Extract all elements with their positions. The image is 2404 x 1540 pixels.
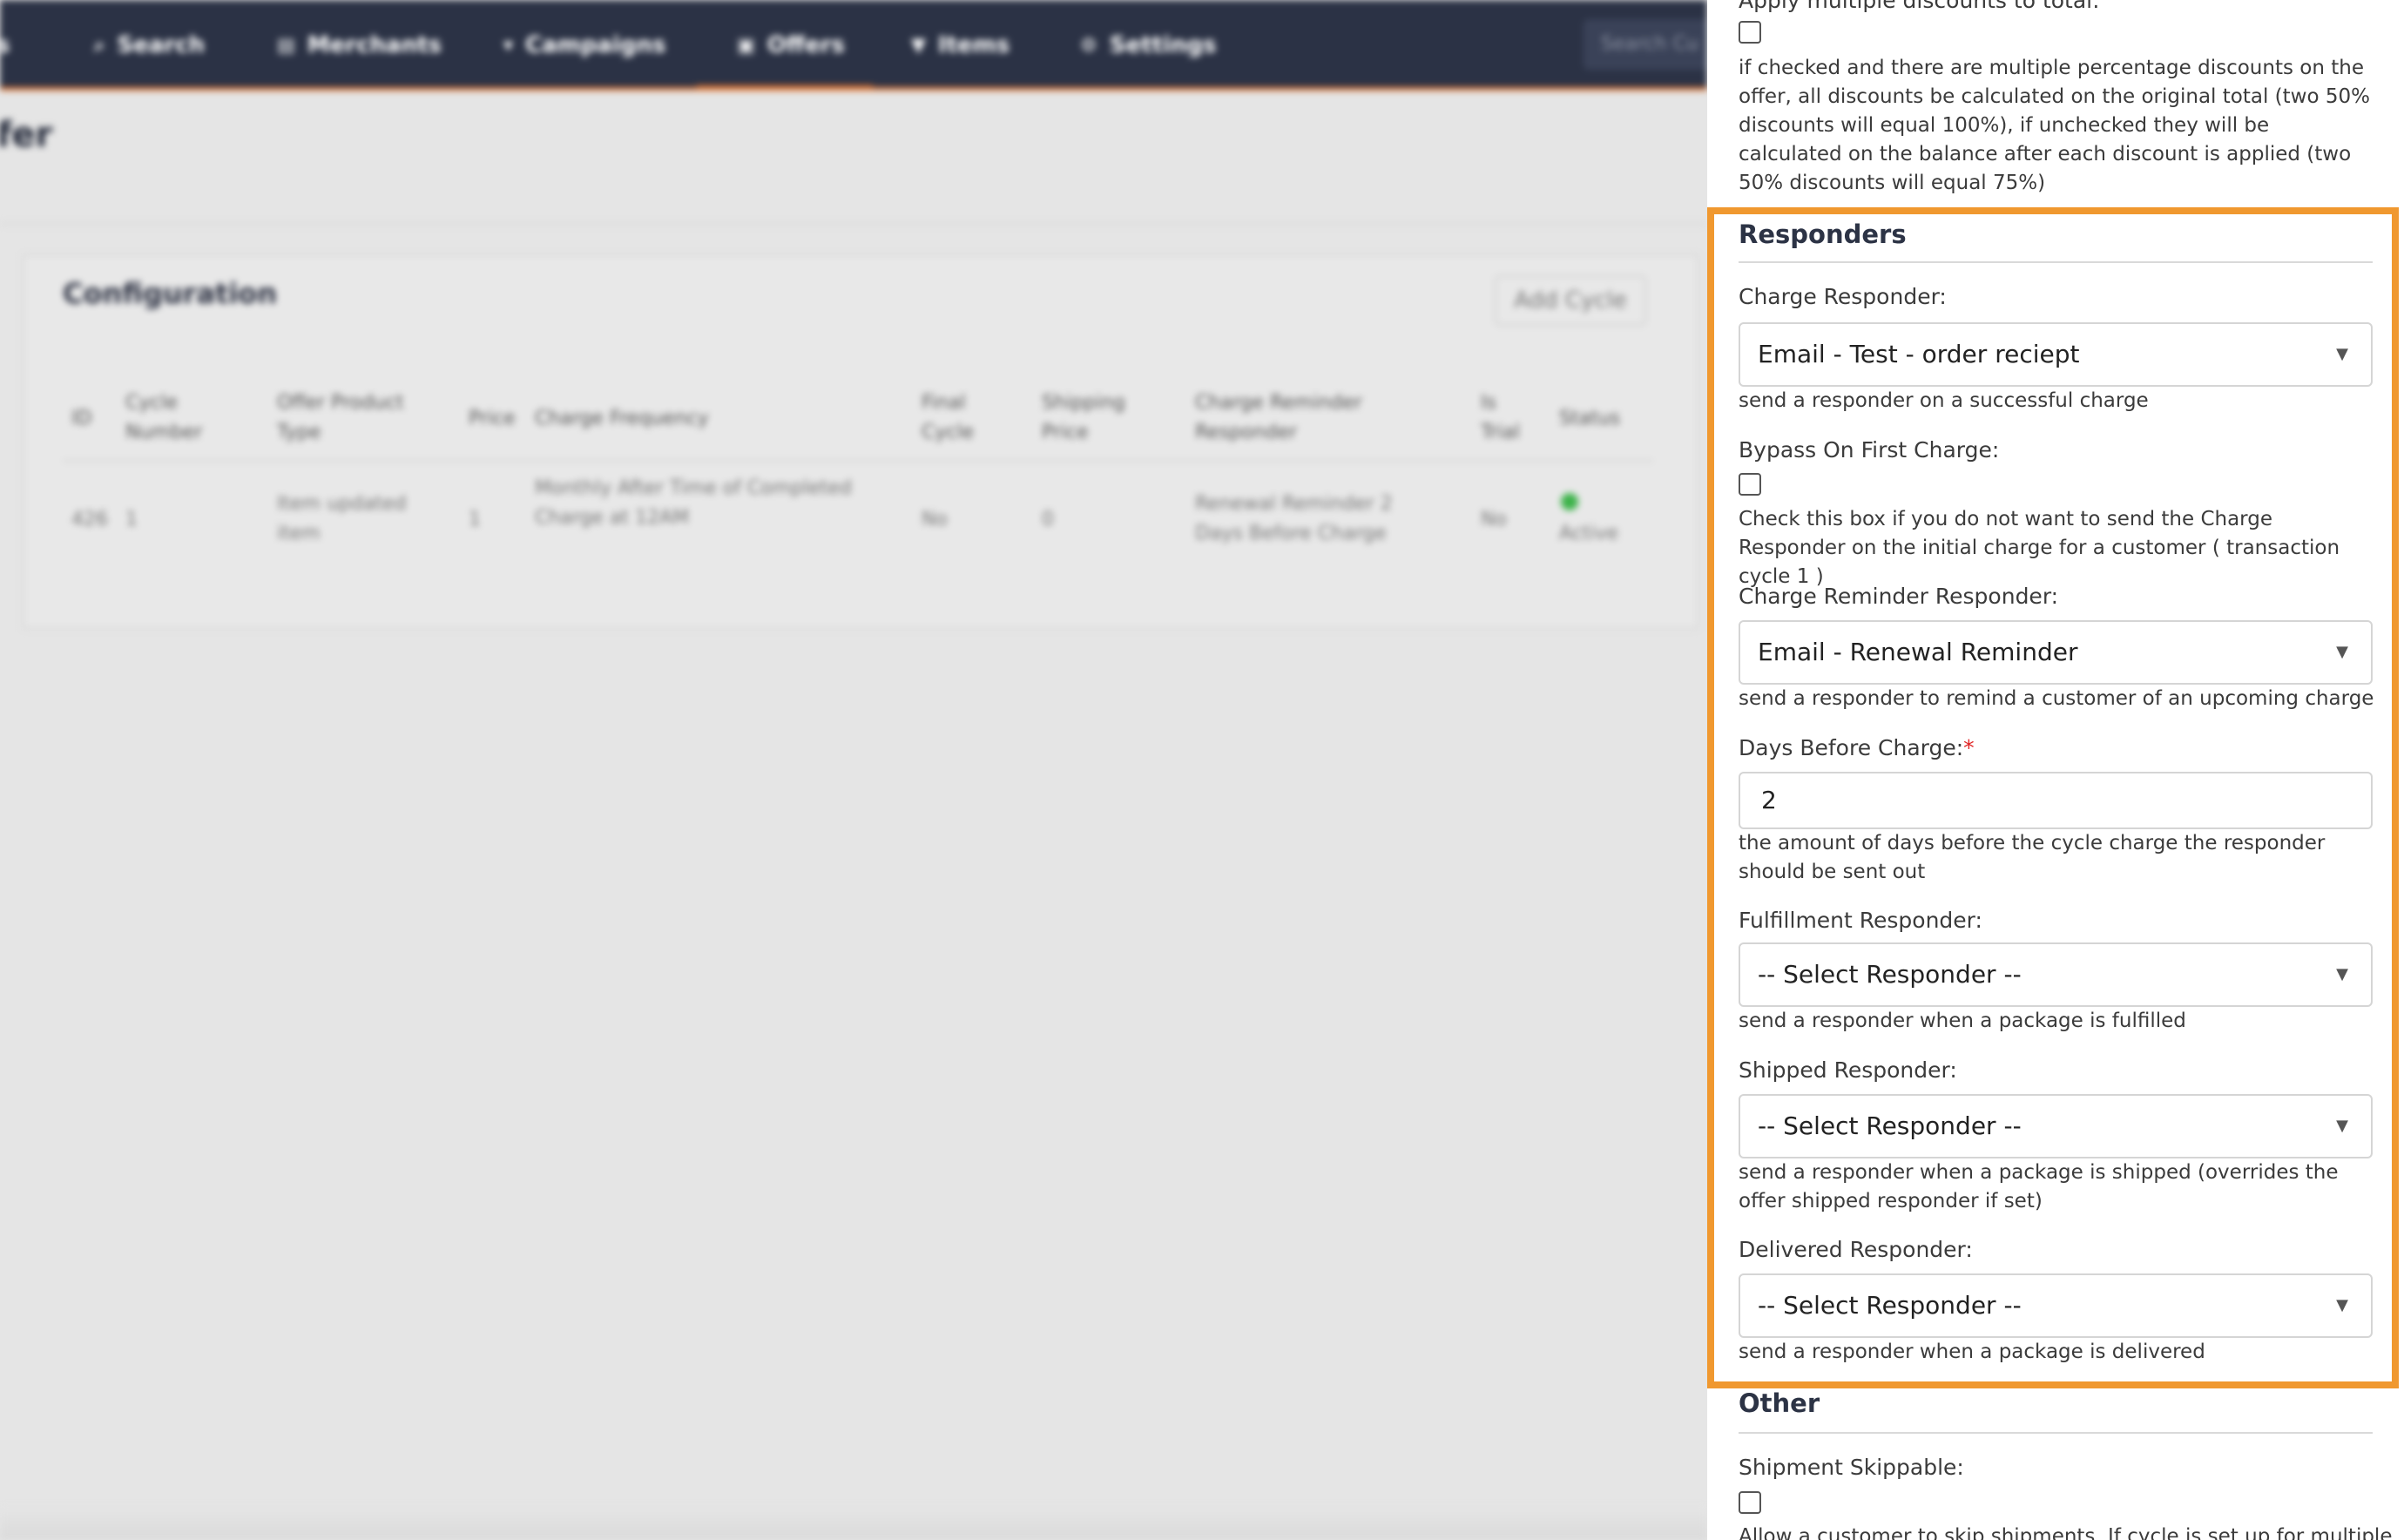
nav-item-merchants[interactable]: ▤ Merchants: [277, 26, 442, 64]
charge-reminder-value: Email - Renewal Reminder: [1758, 638, 2078, 666]
fulfillment-responder-value: -- Select Responder --: [1758, 960, 2022, 989]
background-app: s ⌕ Search ▤ Merchants ▾ Campaigns ▣ Off…: [0, 0, 1707, 1540]
nav-item-search[interactable]: ⌕ Search: [94, 26, 205, 64]
merchants-icon: ▤: [277, 34, 295, 57]
table-cell: Renewal Reminder 2 Days Before Charge: [1195, 493, 1393, 544]
chevron-down-icon: ▼: [2336, 1117, 2348, 1135]
nav-label: Merchants: [307, 32, 442, 58]
top-navigation: s ⌕ Search ▤ Merchants ▾ Campaigns ▣ Off…: [0, 0, 1707, 91]
charge-reminder-select[interactable]: Email - Renewal Reminder ▼: [1739, 620, 2373, 685]
column-header[interactable]: Charge Frequency: [535, 404, 709, 434]
delivered-responder-value: -- Select Responder --: [1758, 1291, 2022, 1320]
add-cycle-button[interactable]: Add Cycle: [1495, 275, 1646, 326]
column-header[interactable]: Offer Product Type: [277, 388, 434, 448]
table-cell: Item updated item: [277, 493, 407, 544]
nav-label: Settings: [1109, 32, 1217, 58]
shipment-skippable-help: Allow a customer to skip shipments. If c…: [1739, 1525, 2393, 1540]
charge-responder-value: Email - Test - order reciept: [1758, 340, 2080, 368]
table-cell: Monthly After Time of Completed Charge a…: [535, 477, 852, 529]
days-before-charge-input[interactable]: 2: [1739, 772, 2373, 829]
apply-multiple-help: if checked and there are multiple percen…: [1739, 57, 2370, 194]
configuration-card: [23, 254, 1698, 629]
card-title: Configuration: [63, 277, 278, 310]
table-cell: No: [1481, 509, 1507, 530]
delivered-responder-select[interactable]: -- Select Responder -- ▼: [1739, 1273, 2373, 1338]
column-header[interactable]: ID: [71, 404, 91, 434]
cycle-edit-panel: Apply multiple discounts to total: if ch…: [1707, 0, 2404, 1540]
column-header[interactable]: Charge Reminder Responder: [1195, 388, 1404, 448]
delivered-responder-label: Delivered Responder:: [1739, 1237, 1973, 1262]
divider: [0, 223, 1707, 225]
status-badge: Active: [1559, 523, 1619, 544]
column-header[interactable]: Cycle Number: [125, 388, 213, 448]
other-section-title: Other: [1739, 1388, 1820, 1418]
chevron-down-icon: ▼: [2336, 345, 2348, 363]
section-divider: [1739, 1432, 2373, 1434]
column-header[interactable]: Price: [469, 404, 516, 434]
nav-label: Search: [117, 32, 205, 58]
shipped-responder-select[interactable]: -- Select Responder -- ▼: [1739, 1094, 2373, 1158]
section-divider: [1739, 261, 2373, 263]
search-icon: ⌕: [94, 34, 105, 57]
charge-responder-label: Charge Responder:: [1739, 284, 1947, 309]
table-cell: 1: [469, 509, 481, 530]
charge-responder-help: send a responder on a successful charge: [1739, 389, 2149, 412]
chevron-down-icon: ▼: [2336, 643, 2348, 661]
nav-label: Items: [937, 32, 1010, 58]
delivered-responder-help: send a responder when a package is deliv…: [1739, 1341, 2205, 1363]
nav-label: Offers: [766, 32, 845, 58]
charge-reminder-help: send a responder to remind a customer of…: [1739, 687, 2374, 710]
required-mark: *: [1963, 735, 1975, 760]
nav-item-settings[interactable]: ⚙ Settings: [1080, 26, 1216, 64]
table-cell: 1: [125, 509, 138, 530]
table-divider: [63, 460, 1653, 462]
bypass-first-charge-checkbox[interactable]: [1739, 473, 1761, 496]
nav-fragment-label: s: [0, 32, 10, 58]
items-icon: ▼: [911, 34, 926, 57]
campaigns-icon: ▾: [503, 34, 514, 57]
bypass-first-charge-help: Check this box if you do not want to sen…: [1739, 508, 2340, 588]
nav-item-fragment[interactable]: s: [0, 26, 10, 64]
shipped-responder-help: send a responder when a package is shipp…: [1739, 1161, 2339, 1212]
nav-item-campaigns[interactable]: ▾ Campaigns: [503, 26, 665, 64]
days-before-charge-label: Days Before Charge:*: [1739, 735, 1975, 760]
page-title: fer: [0, 115, 53, 155]
days-before-charge-help: the amount of days before the cycle char…: [1739, 832, 2326, 883]
settings-icon: ⚙: [1080, 34, 1097, 57]
fulfillment-responder-select[interactable]: -- Select Responder -- ▼: [1739, 942, 2373, 1007]
table-cell: No: [922, 509, 948, 530]
bypass-first-charge-label: Bypass On First Charge:: [1739, 437, 2000, 463]
responders-section-title: Responders: [1739, 220, 1907, 249]
apply-multiple-label: Apply multiple discounts to total:: [1739, 0, 2100, 13]
fulfillment-responder-label: Fulfillment Responder:: [1739, 908, 1982, 933]
days-before-charge-text: Days Before Charge:: [1739, 735, 1964, 760]
shipped-responder-value: -- Select Responder --: [1758, 1111, 2022, 1140]
table-cell: 0: [1042, 509, 1054, 530]
bottom-shade: [0, 1507, 1707, 1540]
nav-search-input[interactable]: Search Cu: [1584, 19, 1707, 70]
chevron-down-icon: ▼: [2336, 1296, 2348, 1314]
column-header[interactable]: Status: [1559, 404, 1620, 434]
table-cell: 426: [71, 509, 108, 530]
column-header[interactable]: Shipping Price: [1042, 388, 1138, 448]
status-dot-icon: [1561, 493, 1578, 510]
nav-label: Campaigns: [525, 32, 666, 58]
fulfillment-responder-help: send a responder when a package is fulfi…: [1739, 1010, 2186, 1032]
shipment-skippable-checkbox[interactable]: [1739, 1491, 1761, 1514]
column-header[interactable]: Is Trial: [1481, 388, 1533, 448]
column-header[interactable]: Final Cycle: [922, 388, 991, 448]
nav-active-indicator: [697, 85, 873, 91]
shipped-responder-label: Shipped Responder:: [1739, 1057, 1957, 1083]
charge-responder-select[interactable]: Email - Test - order reciept ▼: [1739, 322, 2373, 387]
nav-item-offers[interactable]: ▣ Offers: [737, 26, 845, 64]
offers-icon: ▣: [737, 34, 755, 57]
nav-item-items[interactable]: ▼ Items: [911, 26, 1010, 64]
apply-multiple-checkbox[interactable]: [1739, 21, 1761, 44]
chevron-down-icon: ▼: [2336, 965, 2348, 983]
charge-reminder-label: Charge Reminder Responder:: [1739, 584, 2059, 609]
shipment-skippable-label: Shipment Skippable:: [1739, 1455, 1964, 1480]
